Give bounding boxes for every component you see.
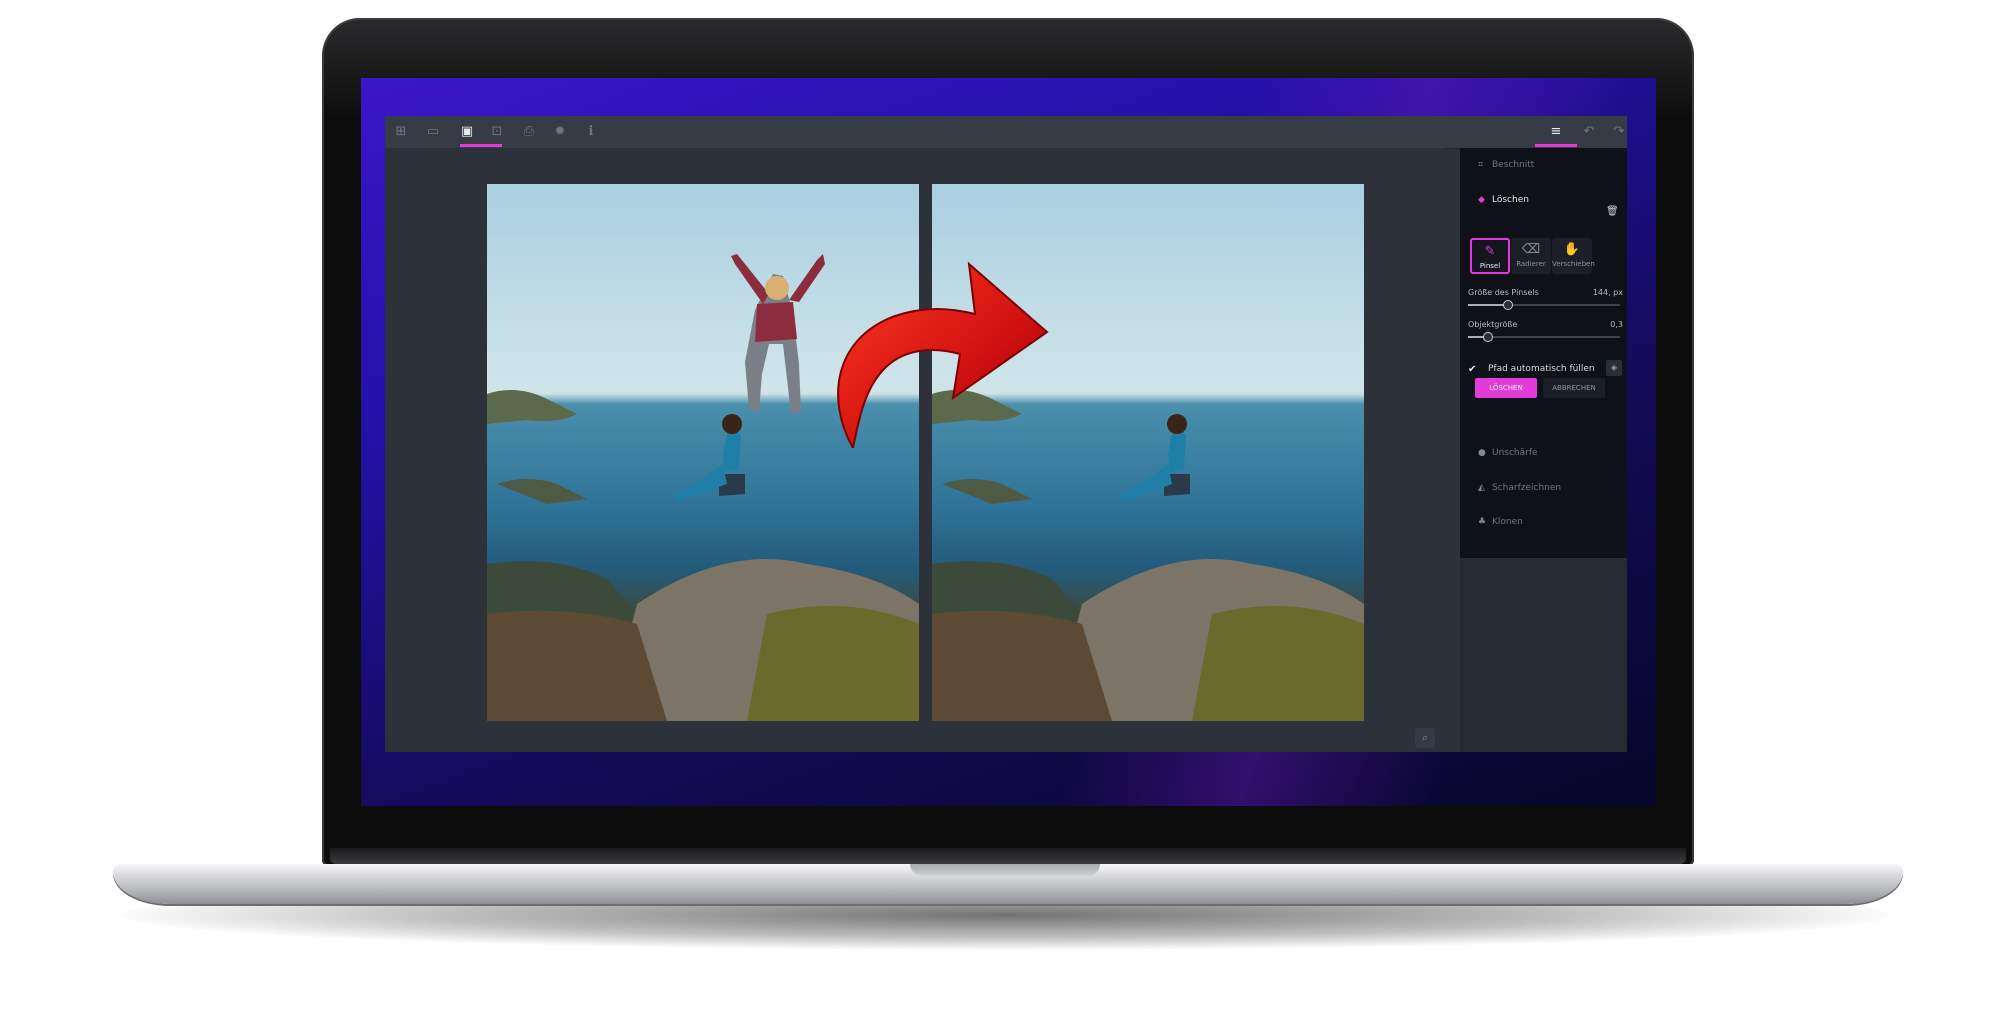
- clone-item[interactable]: ♣ Klonen: [1478, 513, 1523, 531]
- before-after-arrow-icon: [837, 261, 1049, 448]
- redo-icon[interactable]: ↷: [1605, 122, 1633, 142]
- crop-item[interactable]: ⌗ Beschnitt: [1478, 156, 1534, 174]
- brush-size-label: Größe des Pinsels: [1468, 288, 1539, 297]
- sharpen-icon: ◭: [1478, 483, 1485, 493]
- export-icon[interactable]: ⊡: [483, 122, 511, 142]
- editor-window: ⊞ ▭ ▣ ⊡ ⎙ ✹ ℹ ≡ ↶ ↷ ⌕ ⌗ Beschnitt ◆ Lösc…: [385, 116, 1627, 752]
- laptop-hinge: [330, 848, 1686, 864]
- erase-item[interactable]: ◆ Löschen: [1478, 191, 1529, 209]
- brush-size-value: 144, px: [1592, 288, 1623, 297]
- image-icon[interactable]: ▣: [453, 122, 481, 142]
- adjustments-icon[interactable]: ≡: [1542, 122, 1570, 142]
- tool-eraser[interactable]: ⌫ Radierer: [1511, 238, 1551, 274]
- object-size-value: 0,3: [1610, 320, 1623, 329]
- brush-size-slider[interactable]: [1468, 300, 1620, 310]
- print-icon[interactable]: ⎙: [515, 122, 543, 142]
- top-toolbar: ⊞ ▭ ▣ ⊡ ⎙ ✹ ℹ ≡ ↶ ↷: [385, 116, 1627, 149]
- settings-icon[interactable]: ✹: [546, 122, 574, 142]
- blur-item[interactable]: ● Unschärfe: [1478, 444, 1538, 462]
- eraser-icon: ◆: [1478, 195, 1485, 205]
- drop-icon: ●: [1478, 448, 1486, 458]
- autofill-label: Pfad automatisch füllen: [1488, 364, 1595, 374]
- active-tab-indicator: [460, 144, 502, 147]
- brush-icon: ✎: [1484, 244, 1496, 259]
- clone-stamp-icon: ♣: [1478, 517, 1487, 527]
- tools-panel: ⌗ Beschnitt ◆ Löschen 🗑 ✎ Pinsel ⌫ Radiere…: [1460, 148, 1627, 752]
- laptop-screen: ⊞ ▭ ▣ ⊡ ⎙ ✹ ℹ ≡ ↶ ↷ ⌕ ⌗ Beschnitt ◆ Lösc…: [361, 78, 1656, 806]
- tool-move[interactable]: ✋ Verschieben: [1552, 238, 1595, 274]
- autofill-checkbox[interactable]: ✔: [1468, 364, 1476, 375]
- object-size-knob[interactable]: [1482, 332, 1493, 342]
- info-icon[interactable]: ℹ: [577, 122, 605, 142]
- tool-brush[interactable]: ✎ Pinsel: [1470, 238, 1510, 274]
- fill-icon[interactable]: ◈: [1606, 360, 1622, 376]
- brush-size-fill: [1468, 304, 1508, 306]
- object-size-slider[interactable]: [1468, 332, 1620, 342]
- add-icon[interactable]: ⊞: [387, 122, 415, 142]
- panel-tab-indicator: [1535, 144, 1577, 147]
- delete-button[interactable]: LÖSCHEN: [1475, 378, 1537, 398]
- image-canvas[interactable]: ⌕: [385, 148, 1445, 752]
- object-size-label: Objektgröße: [1468, 320, 1518, 329]
- laptop-notch: [910, 864, 1100, 876]
- zoom-icon[interactable]: ⌕: [1415, 728, 1435, 748]
- hand-icon: ✋: [1563, 242, 1581, 257]
- cancel-button[interactable]: ABBRECHEN: [1543, 378, 1605, 398]
- brush-size-knob[interactable]: [1502, 300, 1513, 310]
- crop-icon: ⌗: [1478, 160, 1484, 170]
- trash-icon[interactable]: 🗑: [1606, 206, 1619, 217]
- undo-icon[interactable]: ↶: [1575, 122, 1603, 142]
- sharpen-item[interactable]: ◭ Scharfzeichnen: [1478, 479, 1561, 497]
- open-icon[interactable]: ▭: [419, 122, 447, 142]
- eraser-tool-icon: ⌫: [1521, 242, 1541, 257]
